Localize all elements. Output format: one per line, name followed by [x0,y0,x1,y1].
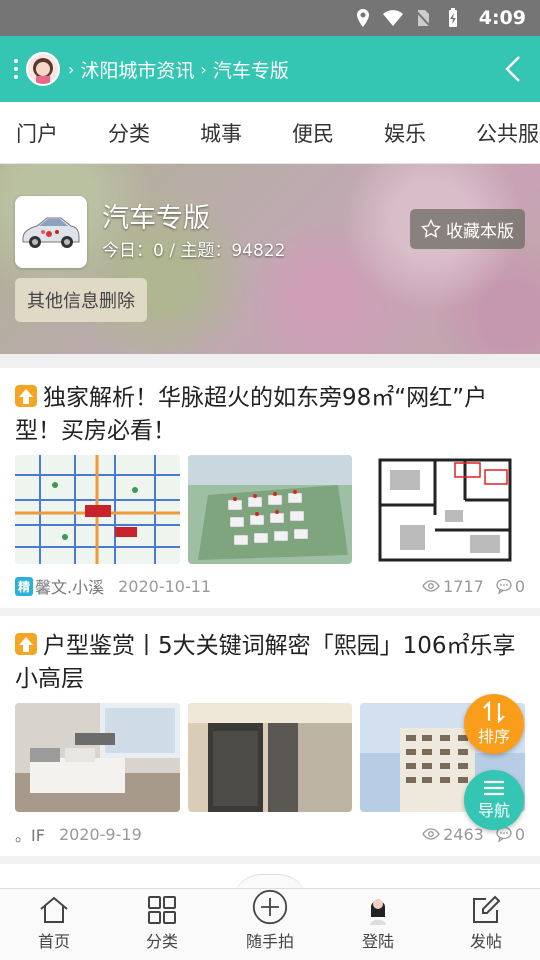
avatar[interactable] [26,52,60,86]
other-info-button[interactable]: 其他信息删除 [15,278,147,322]
comment-count: 0 [514,824,525,844]
grid-icon [148,896,176,924]
view-count: 2463 [443,824,484,844]
post-date: 2020-10-11 [118,576,212,596]
post-author[interactable]: 馨文.小溪 [35,574,104,598]
post-item[interactable]: 户型鉴赏丨5大关键词解密「熙园」106㎡乐享小高层 。IF 2020-9-19 … [0,616,540,864]
breadcrumb: › 沭阳城市资讯 › 汽车专版 [68,56,289,83]
post-image-closet[interactable] [187,703,353,812]
comment-icon [496,578,512,594]
forum-stats: 今日：0 / 主题：94822 [102,241,286,261]
comment-count: 0 [514,576,525,596]
sort-button[interactable]: 排序 [464,694,524,754]
tab-category[interactable]: 分类 [92,118,184,148]
category-tabs: 门户 分类 城事 便民 娱乐 公共服 [0,102,540,164]
favorite-forum-button[interactable]: 收藏本版 [410,209,525,249]
home-icon [40,896,68,923]
post-author[interactable]: 。IF [15,822,45,846]
back-button[interactable] [498,49,528,89]
nav-snapshot[interactable]: 随手拍 [216,889,324,960]
nav-home[interactable]: 首页 [0,889,108,960]
plus-circle-icon [252,889,288,925]
featured-badge: 精 [15,576,34,596]
sim-off-icon [415,10,431,27]
navigation-label: 导航 [477,801,510,820]
status-time: 4:09 [478,7,526,29]
nav-category[interactable]: 分类 [108,889,216,960]
hot-up-icon [15,385,37,407]
post-item[interactable]: 独家解析！华脉超火的如东旁98㎡“网红”户型！买房必看！ 精 馨文.小溪 202… [0,368,540,616]
eye-icon [422,580,440,592]
post-title[interactable]: 户型鉴赏丨5大关键词解密「熙园」106㎡乐享小高层 [15,630,525,696]
tab-public-service[interactable]: 公共服 [460,118,540,148]
status-bar: 4:09 [0,0,540,36]
forum-title: 汽车专版 [102,203,210,234]
post-date: 2020-9-19 [58,824,142,844]
edit-icon [473,895,501,923]
favorite-forum-label: 收藏本版 [446,221,514,242]
nav-post[interactable]: 发帖 [432,889,540,960]
post-image-floorplan[interactable] [360,455,526,564]
avatar-girl-icon [33,58,53,84]
post-title[interactable]: 独家解析！华脉超火的如东旁98㎡“网红”户型！买房必看！ [15,382,525,448]
sort-label: 排序 [477,727,510,746]
post-meta: 精 馨文.小溪 2020-10-11 1717 0 [15,564,525,608]
navigation-button[interactable]: 导航 [464,770,524,830]
bottom-nav: 首页 分类 随手拍 登陆 发帖 [0,888,540,960]
forum-banner: 汽车专版 今日：0 / 主题：94822 收藏本版 其他信息删除 [0,164,540,354]
star-icon [421,219,441,238]
sort-icon [483,701,505,723]
post-image-bedroom[interactable] [15,703,180,812]
breadcrumb-item-site[interactable]: 沭阳城市资讯 [80,56,194,83]
tab-entertainment[interactable]: 娱乐 [368,118,460,148]
location-icon [356,9,369,27]
post-image-map[interactable] [15,455,180,564]
post-meta: 。IF 2020-9-19 2463 0 [15,812,525,856]
tab-convenience[interactable]: 便民 [276,118,368,148]
app-header: › 沭阳城市资讯 › 汽车专版 [0,36,540,102]
post-images [15,703,526,812]
wifi-icon [382,10,403,26]
eye-icon [422,828,440,840]
view-count: 1717 [443,576,484,596]
chevron-left-icon [505,56,520,82]
forum-logo [15,196,87,268]
tab-portal[interactable]: 门户 [0,118,92,148]
hamburger-icon [484,780,504,796]
menu-dots-icon[interactable] [14,59,22,79]
battery-charging-icon [448,8,457,27]
car-icon [22,217,80,248]
post-image-aerial[interactable] [187,455,353,564]
user-avatar-icon [370,899,386,925]
post-images [15,455,526,564]
nav-login[interactable]: 登陆 [324,889,432,960]
hot-up-icon [15,633,37,655]
tab-city[interactable]: 城事 [184,118,276,148]
breadcrumb-item-forum[interactable]: 汽车专版 [213,56,289,83]
